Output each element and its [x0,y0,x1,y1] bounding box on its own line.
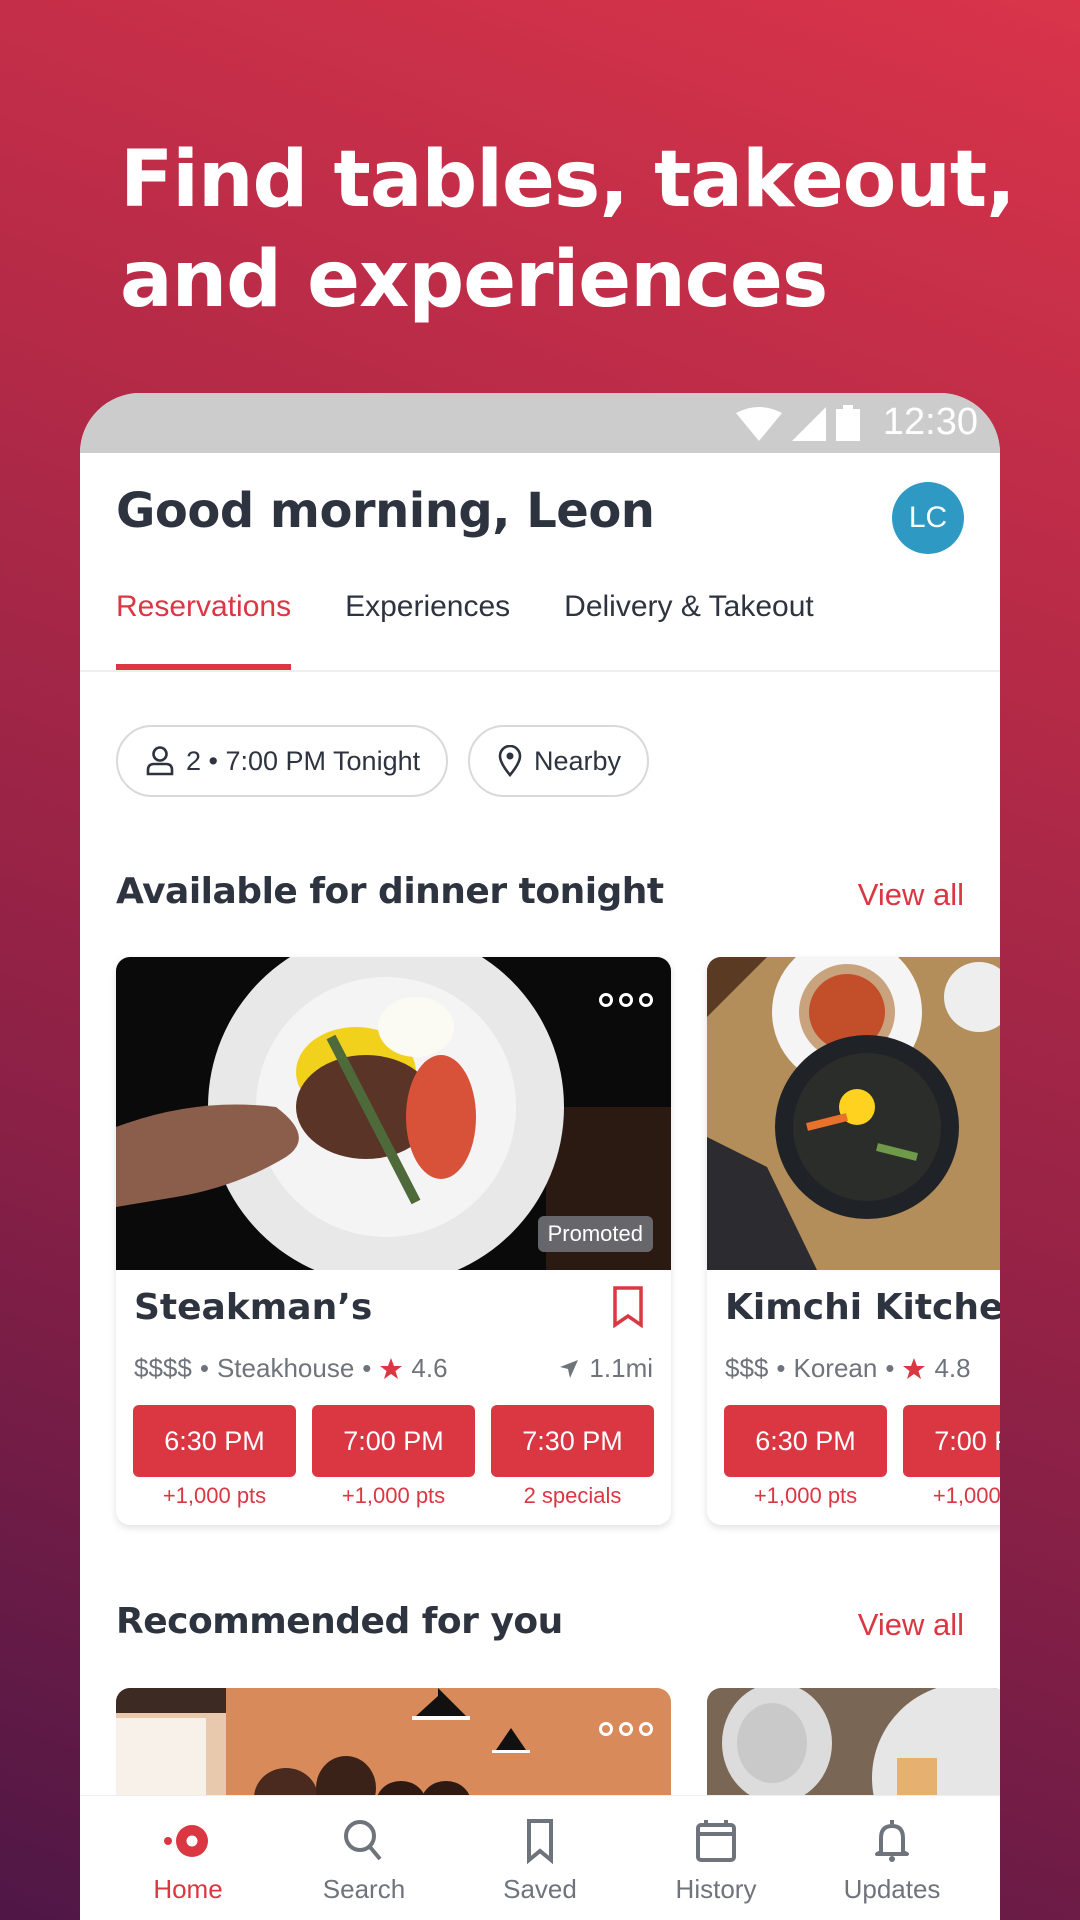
time-slot-button[interactable]: 6:30 PM [724,1405,887,1477]
restaurant-card-steakmans[interactable]: Promoted Steakman’s $$$$ • Steakhouse • … [116,957,671,1525]
time-slot[interactable]: 7:00 PM +1,000 pts [903,1405,1000,1509]
time-slot-button[interactable]: 7:00 PM [312,1405,475,1477]
restaurant-card-kimchi-kitchen[interactable]: Kimchi Kitchen $$$ • Korean • 4.8 6:30 P… [707,957,1000,1525]
home-icon [164,1825,208,1857]
navigation-arrow-icon [560,1359,579,1378]
recommended-section-title: Recommended for you [116,1601,563,1642]
tabs-divider [80,670,1000,672]
bookmark-icon[interactable] [613,1286,643,1328]
tab-bar: Reservations Experiences Delivery & Take… [116,589,814,670]
dessert-photo [707,1688,1000,1808]
rating: 4.6 [411,1353,448,1383]
nav-search[interactable]: Search [289,1796,439,1920]
time-slot[interactable]: 7:00 PM +1,000 pts [312,1405,475,1509]
dinner-section-title: Available for dinner tonight [116,871,664,912]
star-icon [380,1357,403,1379]
nav-search-label: Search [322,1874,406,1904]
bottom-navigation: Home Search Saved History Updates [80,1795,1000,1920]
bell-icon [875,1820,909,1862]
time-slot-button[interactable]: 7:00 PM [903,1405,1000,1477]
status-time: 12:30 [882,401,978,443]
restaurant-interior-photo [116,1688,671,1808]
recommended-restaurant-photo[interactable] [707,1688,1000,1808]
phone-screen: 12:30 Good morning, Leon LC Reservations… [80,393,1000,1920]
restaurant-name: Steakman’s [134,1287,373,1328]
status-icons [736,405,860,441]
person-icon [146,746,174,776]
cuisine: Korean [793,1353,878,1383]
nav-saved[interactable]: Saved [465,1796,615,1920]
nav-history[interactable]: History [641,1796,791,1920]
battery-icon [836,405,860,441]
separator-dot: • [776,1353,786,1383]
hero-line-1: Find tables, takeout, [120,135,1016,225]
star-icon [903,1357,926,1379]
rating: 4.8 [934,1353,971,1383]
time-slot-note: +1,000 pts [753,1483,858,1508]
hero-headline: Find tables, takeout, and experiences [120,130,1020,330]
time-slot-note: +1,000 pts [162,1483,267,1508]
more-options-icon[interactable] [599,993,653,1007]
tab-delivery-takeout[interactable]: Delivery & Takeout [564,589,814,670]
time-slot-button[interactable]: 6:30 PM [133,1405,296,1477]
nav-home-label: Home [153,1874,223,1904]
time-slot-note: +1,000 pts [341,1483,446,1508]
greeting-title: Good morning, Leon [116,483,655,539]
location-filter[interactable]: Nearby [468,725,650,797]
recommended-restaurant-photo[interactable] [116,1688,671,1808]
time-slot-note: 2 specials [523,1483,622,1508]
recommended-view-all-link[interactable]: View all [858,1607,964,1643]
status-bar: 12:30 [80,393,1000,453]
party-time-label: 2 • 7:00 PM Tonight [186,745,421,776]
restaurant-meta: $$$ • Korean • 4.8 [725,1353,971,1384]
nav-updates-label: Updates [843,1874,941,1904]
hero-line-2: and experiences [120,235,828,325]
time-slot-note: +1,000 pts [932,1483,1000,1508]
distance-value: 1.1mi [589,1353,653,1383]
location-label: Nearby [534,745,622,776]
restaurant-meta: $$$$ • Steakhouse • 4.6 [134,1353,448,1384]
price-level: $$$ [725,1353,769,1383]
time-slot-button[interactable]: 7:30 PM [491,1405,654,1477]
bookmark-icon [527,1819,553,1865]
nav-updates[interactable]: Updates [817,1796,967,1920]
time-slot[interactable]: 7:30 PM 2 specials [491,1405,654,1509]
nav-saved-label: Saved [503,1874,577,1904]
dinner-view-all-link[interactable]: View all [858,877,964,913]
signal-icon [792,407,826,441]
time-slot[interactable]: 6:30 PM +1,000 pts [133,1405,296,1509]
separator-dot: • [885,1353,895,1383]
restaurant-photo [707,957,1000,1270]
cuisine: Steakhouse [216,1353,355,1383]
nav-history-label: History [675,1874,757,1904]
avatar[interactable]: LC [892,482,964,554]
time-slot[interactable]: 6:30 PM +1,000 pts [724,1405,887,1509]
location-pin-icon [498,745,522,777]
party-time-filter[interactable]: 2 • 7:00 PM Tonight [116,725,449,797]
tab-reservations[interactable]: Reservations [116,589,292,670]
separator-dot: • [362,1353,372,1383]
search-icon [344,1820,382,1861]
more-options-icon[interactable] [599,1722,653,1736]
restaurant-photo: Promoted [116,957,671,1270]
tab-experiences[interactable]: Experiences [345,589,510,670]
promoted-badge: Promoted [537,1216,653,1252]
distance: 1.1mi [559,1353,653,1384]
restaurant-name: Kimchi Kitchen [725,1287,1000,1328]
nav-home[interactable]: Home [113,1796,263,1920]
price-level: $$$$ [134,1353,192,1383]
wifi-icon [736,407,782,441]
calendar-icon [696,1820,736,1862]
bibimbap-photo [707,957,1000,1270]
separator-dot: • [199,1353,209,1383]
